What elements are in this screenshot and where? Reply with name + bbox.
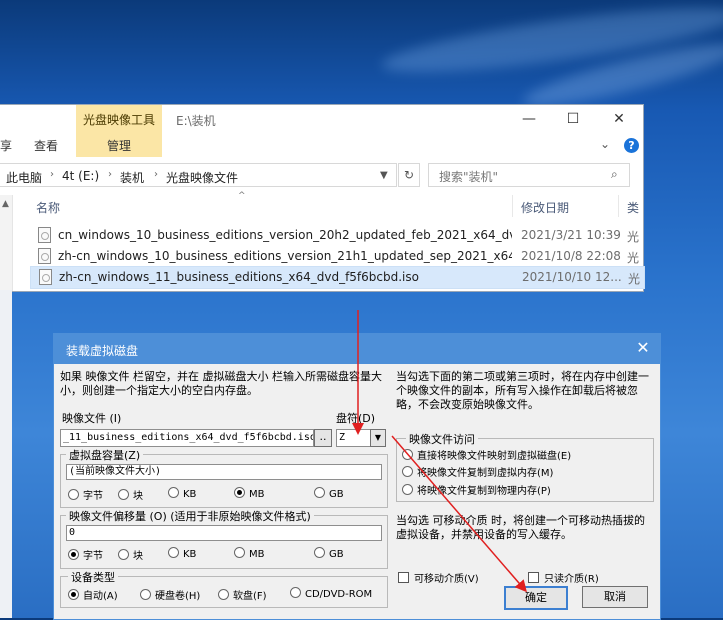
disk-size-group-label: 虚拟盘容量(Z)	[66, 447, 144, 463]
disc-image-icon	[38, 227, 51, 243]
search-icon: ⌕	[611, 167, 618, 181]
drive-letter-select[interactable]: Z	[336, 429, 374, 447]
tab-share[interactable]: 享	[0, 137, 12, 154]
chevron-down-icon[interactable]: ▼	[380, 170, 388, 181]
radio-unit-blocks[interactable]: 块	[118, 487, 143, 502]
ok-button[interactable]: 确定	[504, 586, 568, 610]
search-input[interactable]: 搜索"装机" ⌕	[428, 163, 630, 187]
ribbon: 享 查看 光盘映像工具 管理 E:\装机 — ☐ ✕ ⌄ ?	[0, 105, 643, 157]
file-name: zh-cn_windows_11_business_editions_x64_d…	[59, 270, 419, 284]
window-title: E:\装机	[176, 114, 216, 128]
radio-unit-bytes[interactable]: 字节	[68, 487, 103, 502]
radio-unit-kb[interactable]: KB	[168, 487, 196, 500]
description-left: 如果 映像文件 栏留空，并在 虚拟磁盘大小 栏输入所需磁盘容量大小，则创建一个指…	[60, 370, 382, 397]
search-placeholder: 搜索"装机"	[439, 170, 499, 184]
radio-offset-mb[interactable]: MB	[234, 547, 265, 560]
radio-device-cdrom[interactable]: CD/DVD-ROM	[290, 587, 372, 600]
radio-access-virtual-memory[interactable]: 将映像文件复制到虚拟内存(M)	[402, 464, 553, 479]
drive-letter-label: 盘符(D)	[336, 412, 376, 425]
radio-offset-gb[interactable]: GB	[314, 547, 344, 560]
breadcrumb-separator-icon: ›	[50, 169, 54, 180]
file-date: 2021/10/10 12...	[522, 270, 622, 284]
description-right: 当勾选下面的第二项或第三项时，将在内存中创建一个映像文件的副本，所有写入操作在卸…	[396, 370, 649, 411]
radio-offset-bytes[interactable]: 字节	[68, 547, 103, 562]
file-name: cn_windows_10_business_editions_version_…	[58, 228, 512, 242]
checkbox-readonly[interactable]: 只读介质(R)	[528, 570, 599, 585]
radio-offset-kb[interactable]: KB	[168, 547, 196, 560]
file-row[interactable]: cn_windows_10_business_editions_version_…	[30, 225, 643, 246]
close-icon[interactable]: ✕	[632, 338, 654, 357]
file-name: zh-cn_windows_10_business_editions_versi…	[58, 249, 512, 263]
file-date: 2021/3/21 10:39	[521, 228, 621, 242]
minimize-button[interactable]: —	[516, 109, 542, 129]
chevron-down-icon[interactable]: ▼	[370, 429, 386, 447]
removable-description: 当勾选 可移动介质 时，将创建一个可移动热插拔的虚拟设备，并禁用设备的写入缓存。	[396, 514, 645, 541]
column-divider[interactable]	[512, 195, 513, 217]
file-date: 2021/10/8 22:08	[521, 249, 621, 263]
mount-virtual-disk-dialog: 装载虚拟磁盘 ✕ 如果 映像文件 栏留空，并在 虚拟磁盘大小 栏输入所需磁盘容量…	[53, 333, 661, 620]
disk-size-field[interactable]: (当前映像文件大小)	[66, 464, 382, 480]
tab-manage[interactable]: 管理	[96, 137, 142, 154]
tab-view[interactable]: 查看	[34, 137, 58, 154]
breadcrumb-separator-icon: ›	[154, 169, 158, 180]
file-row-selected[interactable]: zh-cn_windows_11_business_editions_x64_d…	[30, 266, 645, 289]
context-tab-title: 光盘映像工具	[82, 113, 155, 127]
image-file-label: 映像文件 (I)	[62, 412, 122, 425]
column-name[interactable]: 名称	[36, 199, 60, 216]
file-type: 光	[627, 251, 640, 265]
ribbon-expand-icon[interactable]: ⌄	[600, 137, 610, 151]
dialog-title: 装载虚拟磁盘	[66, 344, 139, 358]
file-type: 光	[627, 230, 640, 244]
help-icon[interactable]: ?	[624, 138, 639, 153]
breadcrumb-separator-icon: ›	[108, 169, 112, 180]
checkbox-removable[interactable]: 可移动介质(V)	[398, 570, 479, 585]
scroll-up-icon[interactable]: ▲	[2, 199, 9, 209]
offset-group-label: 映像文件偏移量 (O) (适用于非原始映像文件格式)	[66, 508, 314, 524]
close-button[interactable]: ✕	[606, 109, 632, 129]
column-header: 名称 修改日期 类	[30, 195, 643, 217]
image-access-group-label: 映像文件访问	[406, 431, 478, 447]
column-divider[interactable]	[618, 195, 619, 217]
radio-unit-gb[interactable]: GB	[314, 487, 344, 500]
disc-image-icon	[39, 269, 52, 285]
radio-offset-blocks[interactable]: 块	[118, 547, 143, 562]
device-type-group-label: 设备类型	[68, 569, 118, 585]
breadcrumb-folder[interactable]: 装机	[120, 169, 144, 186]
breadcrumb-drive[interactable]: 4t (E:)	[62, 169, 99, 183]
breadcrumb-current-folder[interactable]: 光盘映像文件	[166, 169, 238, 186]
refresh-icon[interactable]: ↻	[398, 163, 420, 187]
cancel-button[interactable]: 取消	[582, 586, 648, 608]
browse-button[interactable]: ..	[314, 429, 332, 447]
radio-unit-mb[interactable]: MB	[234, 487, 265, 500]
navigation-pane	[0, 195, 13, 291]
file-explorer-window: 享 查看 光盘映像工具 管理 E:\装机 — ☐ ✕ ⌄ ? 此电脑 › 4t …	[0, 104, 645, 292]
breadcrumb-this-pc[interactable]: 此电脑	[6, 169, 42, 186]
offset-field[interactable]: 0	[66, 525, 382, 541]
radio-device-hdd[interactable]: 硬盘卷(H)	[140, 587, 200, 602]
column-type[interactable]: 类	[627, 199, 639, 216]
address-bar[interactable]: 此电脑 › 4t (E:) › 装机 › 光盘映像文件 ▼	[0, 163, 397, 187]
dialog-titlebar[interactable]: 装载虚拟磁盘 ✕	[54, 334, 660, 364]
radio-access-direct[interactable]: 直接将映像文件映射到虚拟磁盘(E)	[402, 447, 571, 462]
radio-device-floppy[interactable]: 软盘(F)	[218, 587, 267, 602]
file-type: 光	[628, 272, 641, 286]
file-row[interactable]: zh-cn_windows_10_business_editions_versi…	[30, 246, 643, 267]
radio-device-auto[interactable]: 自动(A)	[68, 587, 118, 602]
column-modified[interactable]: 修改日期	[521, 199, 569, 216]
image-file-field[interactable]: _11_business_editions_x64_dvd_f5f6bcbd.i…	[60, 429, 314, 447]
disc-image-icon	[38, 248, 51, 264]
radio-access-physical-memory[interactable]: 将映像文件复制到物理内存(P)	[402, 482, 551, 497]
address-row: 此电脑 › 4t (E:) › 装机 › 光盘映像文件 ▼ ↻ 搜索"装机" ⌕	[0, 161, 643, 189]
maximize-button[interactable]: ☐	[560, 109, 586, 129]
background-window-edge	[0, 290, 12, 618]
